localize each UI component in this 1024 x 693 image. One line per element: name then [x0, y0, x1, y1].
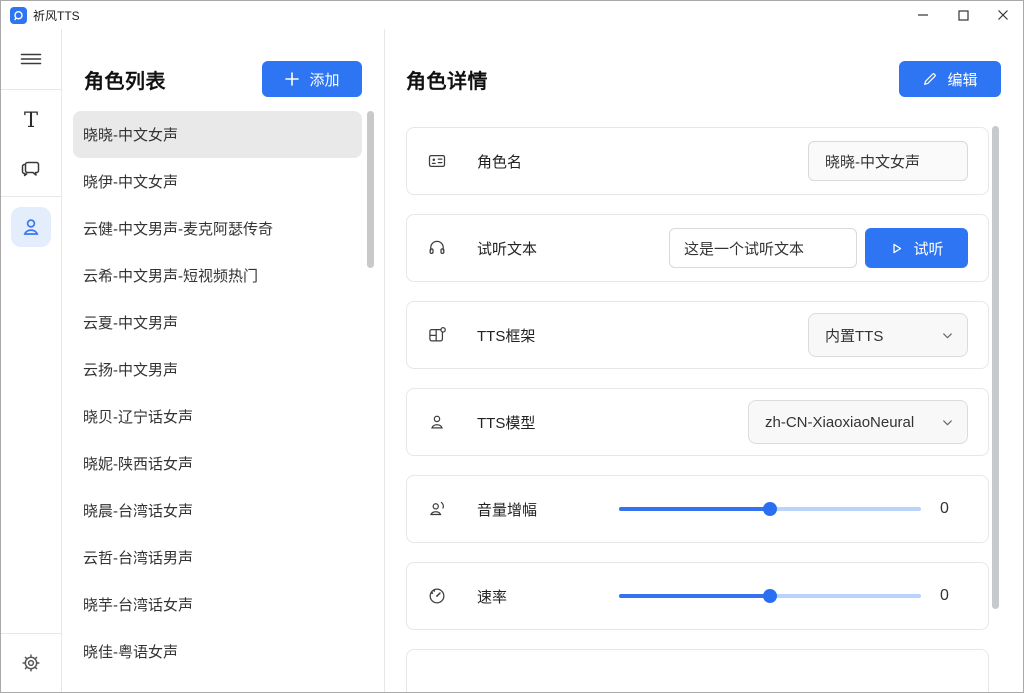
add-role-button[interactable]: 添加 [262, 61, 362, 97]
rate-slider[interactable] [619, 588, 921, 604]
sidebar-bottom [1, 633, 61, 692]
headphones-icon [427, 238, 447, 258]
tts-model-value: zh-CN-XiaoxiaoNeural [765, 414, 940, 431]
app-logo-icon [10, 7, 27, 24]
plus-icon [284, 71, 300, 87]
listen-label: 试听 [913, 238, 943, 259]
gear-icon [20, 652, 42, 674]
maximize-button[interactable] [943, 1, 983, 29]
audition-row: 试听文本 试听 [406, 214, 989, 282]
hamburger-icon [19, 47, 43, 71]
audition-label: 试听文本 [477, 238, 537, 259]
menu-toggle-button[interactable] [1, 29, 61, 89]
sidebar-divider [1, 196, 61, 197]
tts-model-label: TTS模型 [477, 412, 535, 433]
icon-sidebar: T [1, 29, 62, 692]
role-list-item[interactable]: 晓贝-辽宁话女声 [73, 393, 362, 440]
edit-button[interactable]: 编辑 [899, 61, 1001, 97]
titlebar: 祈风TTS [1, 1, 1023, 29]
role-list: 晓晓-中文女声 晓伊-中文女声 云健-中文男声-麦克阿瑟传奇 云希-中文男声-短… [73, 111, 362, 675]
play-icon [889, 241, 904, 256]
role-list-item[interactable]: 云夏-中文男声 [73, 299, 362, 346]
window-controls [903, 1, 1023, 29]
chat-bubbles-icon [19, 156, 43, 180]
detail-cards: 角色名 试听文本 试听 [385, 127, 1023, 692]
tts-model-row: TTS模型 zh-CN-XiaoxiaoNeural [406, 388, 989, 456]
role-list-item[interactable]: 晓妮-陕西话女声 [73, 440, 362, 487]
pencil-icon [922, 71, 938, 87]
role-list-item[interactable]: 云希-中文男声-短视频热门 [73, 252, 362, 299]
tts-framework-select[interactable]: 内置TTS [808, 313, 968, 357]
role-list-scrollbar[interactable] [367, 111, 374, 268]
tts-framework-row: TTS框架 内置TTS [406, 301, 989, 369]
tts-framework-label: TTS框架 [477, 325, 535, 346]
settings-button[interactable] [1, 634, 61, 692]
role-list-title: 角色列表 [84, 65, 166, 94]
role-name-row: 角色名 [406, 127, 989, 195]
id-card-icon [427, 151, 447, 171]
voice-icon [427, 499, 447, 519]
sidebar-item-chat[interactable] [9, 144, 53, 192]
chevron-down-icon [940, 328, 955, 343]
window-title: 祈风TTS [33, 7, 80, 24]
role-list-item[interactable]: 晓晨-台湾话女声 [73, 487, 362, 534]
rate-value: 0 [921, 587, 968, 605]
edit-label: 编辑 [947, 69, 977, 90]
role-list-item[interactable]: 云哲-台湾话男声 [73, 534, 362, 581]
role-name-value[interactable] [808, 141, 968, 181]
audition-text-input[interactable] [669, 228, 857, 268]
gauge-icon [427, 586, 447, 606]
rate-row: 速率 0 [406, 562, 989, 630]
role-list-item[interactable]: 晓佳-粤语女声 [73, 628, 362, 675]
sidebar-item-text[interactable]: T [9, 96, 53, 144]
volume-gain-row: 音量增幅 0 [406, 475, 989, 543]
tts-framework-value: 内置TTS [825, 325, 940, 346]
tts-model-select[interactable]: zh-CN-XiaoxiaoNeural [748, 400, 968, 444]
role-name-label: 角色名 [477, 151, 522, 172]
role-detail-header: 角色详情 编辑 [385, 29, 1023, 111]
role-list-item[interactable]: 晓伊-中文女声 [73, 158, 362, 205]
slider-fill [619, 594, 770, 598]
close-button[interactable] [983, 1, 1023, 29]
slider-thumb[interactable] [763, 589, 777, 603]
role-detail-title: 角色详情 [406, 65, 488, 94]
person-icon [19, 215, 43, 239]
role-list-header: 角色列表 添加 [62, 29, 384, 111]
listen-button[interactable]: 试听 [865, 228, 968, 268]
role-list-item[interactable]: 云扬-中文男声 [73, 346, 362, 393]
partial-next-row [406, 649, 989, 692]
person-icon [427, 412, 447, 432]
volume-gain-slider[interactable] [619, 501, 921, 517]
role-list-panel: 角色列表 添加 晓晓-中文女声 晓伊-中文女声 云健-中文男声-麦克阿瑟传奇 云… [62, 29, 385, 692]
sidebar-item-roles[interactable] [11, 207, 51, 247]
app-window: 祈风TTS T [0, 0, 1024, 693]
text-tool-icon: T [24, 108, 38, 132]
detail-scrollbar[interactable] [992, 126, 999, 609]
role-detail-panel: 角色详情 编辑 角色名 [385, 29, 1023, 692]
role-list-item[interactable]: 晓芋-台湾话女声 [73, 581, 362, 628]
role-list-item[interactable]: 云健-中文男声-麦克阿瑟传奇 [73, 205, 362, 252]
chevron-down-icon [940, 415, 955, 430]
add-role-label: 添加 [309, 69, 339, 90]
slider-thumb[interactable] [763, 502, 777, 516]
volume-gain-value: 0 [921, 500, 968, 518]
rate-label: 速率 [477, 586, 607, 607]
sidebar-nav: T [1, 90, 61, 247]
role-list-item[interactable]: 晓晓-中文女声 [73, 111, 362, 158]
minimize-button[interactable] [903, 1, 943, 29]
frame-icon [427, 325, 447, 345]
volume-gain-label: 音量增幅 [477, 499, 607, 520]
slider-fill [619, 507, 770, 511]
